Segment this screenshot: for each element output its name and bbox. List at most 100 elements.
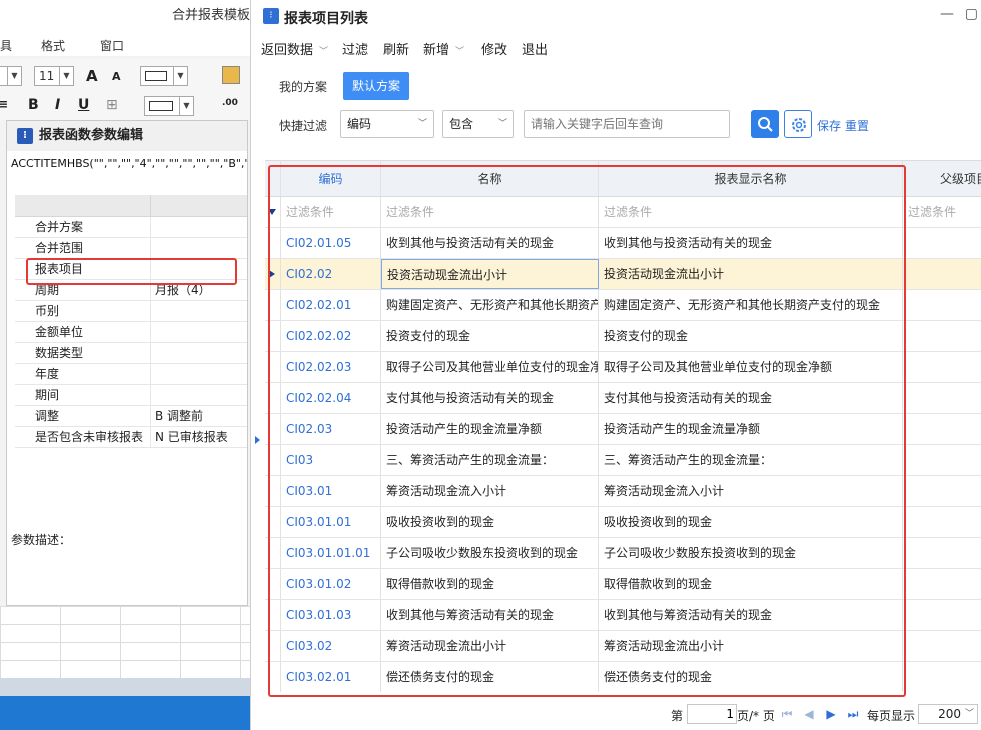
cell-code[interactable]: CI02.02.01 [281,290,381,320]
table-row[interactable]: CI02.01.05 收到其他与投资活动有关的现金 收到其他与投资活动有关的现金 [265,228,981,259]
cell-name[interactable]: 筹资活动现金流出小计 [381,631,599,661]
italic-button[interactable]: I [55,97,60,113]
underline-button[interactable]: U [78,97,89,113]
param-row[interactable]: 币别 [15,301,247,322]
filter-field-select[interactable]: 编码 ﹀ [340,110,434,138]
maximize-icon[interactable]: ▢ [965,6,978,22]
cell-code[interactable]: CI02.02.04 [281,383,381,413]
cell-code[interactable]: CI03.01.01.01 [281,538,381,568]
cell-display-name[interactable]: 收到其他与筹资活动有关的现金 [599,600,903,630]
search-button[interactable] [751,110,779,138]
column-header-code[interactable]: 编码 [281,161,381,196]
cell-parent[interactable] [903,569,981,599]
cell-code[interactable]: CI03 [281,445,381,475]
cell-display-name[interactable]: 投资支付的现金 [599,321,903,351]
cell-name[interactable]: 筹资活动现金流入小计 [381,476,599,506]
cell-display-name[interactable]: 收到其他与投资活动有关的现金 [599,228,903,258]
border-select[interactable]: ▼ [140,66,188,86]
cell-code[interactable]: CI02.02.02 [281,321,381,351]
param-row[interactable]: 金额单位 [15,322,247,343]
cell-code[interactable]: CI03.01.01 [281,507,381,537]
table-row[interactable]: CI03.01.01.01 子公司吸收少数股东投资收到的现金 子公司吸收少数股东投资… [265,538,981,569]
cell-display-name[interactable]: 偿还债务支付的现金 [599,662,903,692]
format-painter-icon[interactable] [222,66,240,84]
cell-code[interactable]: CI02.02.03 [281,352,381,382]
filter-operator-select[interactable]: 包含 ﹀ [442,110,514,138]
grid-border-icon[interactable]: ⊞ [106,97,118,113]
table-row[interactable]: CI02.02.03 取得子公司及其他营业单位支付的现金净额 取得子公司及其他营业单… [265,352,981,383]
my-scheme-tab[interactable]: 我的方案 [279,78,327,95]
table-row[interactable]: CI03.02 筹资活动现金流出小计 筹资活动现金流出小计 [265,631,981,662]
cell-display-name[interactable]: 三、筹资活动产生的现金流量： [599,445,903,475]
cell-name[interactable]: 取得借款收到的现金 [381,569,599,599]
bold-button[interactable]: B [28,97,39,113]
save-link[interactable]: 保存 [817,117,841,134]
cell-name[interactable]: 三、筹资活动产生的现金流量： [381,445,599,475]
cell-code[interactable]: CI03.01.03 [281,600,381,630]
cell-name[interactable]: 收到其他与投资活动有关的现金 [381,228,599,258]
page-number-input[interactable] [687,704,737,724]
column-header-parent[interactable]: 父级项目 [903,161,981,196]
param-value[interactable]: N 已审核报表 [151,427,247,447]
cell-name[interactable]: 吸收投资收到的现金 [381,507,599,537]
cell-display-name[interactable]: 筹资活动现金流出小计 [599,631,903,661]
param-value[interactable]: B 调整前 [151,406,247,426]
decimal-icon[interactable]: .00 [222,98,238,108]
menu-exit[interactable]: 退出 [522,39,548,58]
cell-name[interactable]: 收到其他与筹资活动有关的现金 [381,600,599,630]
spreadsheet-grid[interactable] [0,606,250,678]
cell-parent[interactable] [903,228,981,258]
param-value[interactable] [151,385,247,405]
minimize-icon[interactable]: — [940,6,954,22]
page-size-select[interactable]: 200 ﹀ [918,704,978,724]
reset-link[interactable]: 重置 [845,117,869,134]
table-row[interactable]: CI03.01 筹资活动现金流入小计 筹资活动现金流入小计 [265,476,981,507]
cell-parent[interactable] [903,631,981,661]
menu-refresh[interactable]: 刷新 [383,39,409,58]
column-header-display-name[interactable]: 报表显示名称 [599,161,903,196]
cell-code[interactable]: CI03.01 [281,476,381,506]
menu-window[interactable]: 窗口 [100,37,124,54]
table-row[interactable]: CI02.03 投资活动产生的现金流量净额 投资活动产生的现金流量净额 [265,414,981,445]
cell-parent[interactable] [903,662,981,692]
param-value[interactable] [151,238,247,258]
cell-parent[interactable] [903,507,981,537]
cell-name[interactable]: 投资活动现金流出小计 [381,259,599,289]
param-value[interactable] [151,301,247,321]
cell-name[interactable]: 购建固定资产、无形资产和其他长期资产支付的现金 [381,290,599,320]
cell-code[interactable]: CI03.02.01 [281,662,381,692]
filter-cell-name[interactable]: 过滤条件 [381,197,599,227]
cell-name[interactable]: 取得子公司及其他营业单位支付的现金净额 [381,352,599,382]
table-row[interactable]: CI02.02 投资活动现金流出小计 投资活动现金流出小计 [265,259,981,290]
settings-button[interactable] [784,110,812,138]
expand-arrow-icon[interactable] [255,436,260,444]
cell-parent[interactable] [903,290,981,320]
cell-parent[interactable] [903,383,981,413]
cell-display-name[interactable]: 投资活动产生的现金流量净额 [599,414,903,444]
default-scheme-tab[interactable]: 默认方案 [343,72,409,100]
menu-modify[interactable]: 修改 [481,39,507,58]
column-header-name[interactable]: 名称 [381,161,599,196]
cell-parent[interactable] [903,476,981,506]
cell-parent[interactable] [903,414,981,444]
param-value[interactable] [151,364,247,384]
keyword-input[interactable] [524,110,730,138]
cell-parent[interactable] [903,259,981,289]
menu-tools[interactable]: 具 [0,37,12,54]
cell-name[interactable]: 投资活动产生的现金流量净额 [381,414,599,444]
param-row[interactable]: 是否包含未审核报表 N 已审核报表 [15,427,247,448]
param-row[interactable]: 调整 B 调整前 [15,406,247,427]
filter-cell-parent[interactable]: 过滤条件 [903,197,981,227]
font-size-select[interactable]: 11 ▼ [34,66,74,86]
param-row[interactable]: 合并方案 [15,217,247,238]
table-row[interactable]: CI02.02.02 投资支付的现金 投资支付的现金 [265,321,981,352]
prev-page-icon[interactable]: ◀ [801,706,817,722]
align-icon[interactable]: ≡ [0,97,8,111]
filter-cell-display-name[interactable]: 过滤条件 [599,197,903,227]
first-page-icon[interactable]: ⏮ [779,706,795,722]
horizontal-scrollbar[interactable] [0,678,250,696]
filter-cell-code[interactable]: 过滤条件 [281,197,381,227]
menu-format[interactable]: 格式 [41,37,65,54]
param-row[interactable]: 数据类型 [15,343,247,364]
table-row[interactable]: CI03.02.01 偿还债务支付的现金 偿还债务支付的现金 [265,662,981,692]
